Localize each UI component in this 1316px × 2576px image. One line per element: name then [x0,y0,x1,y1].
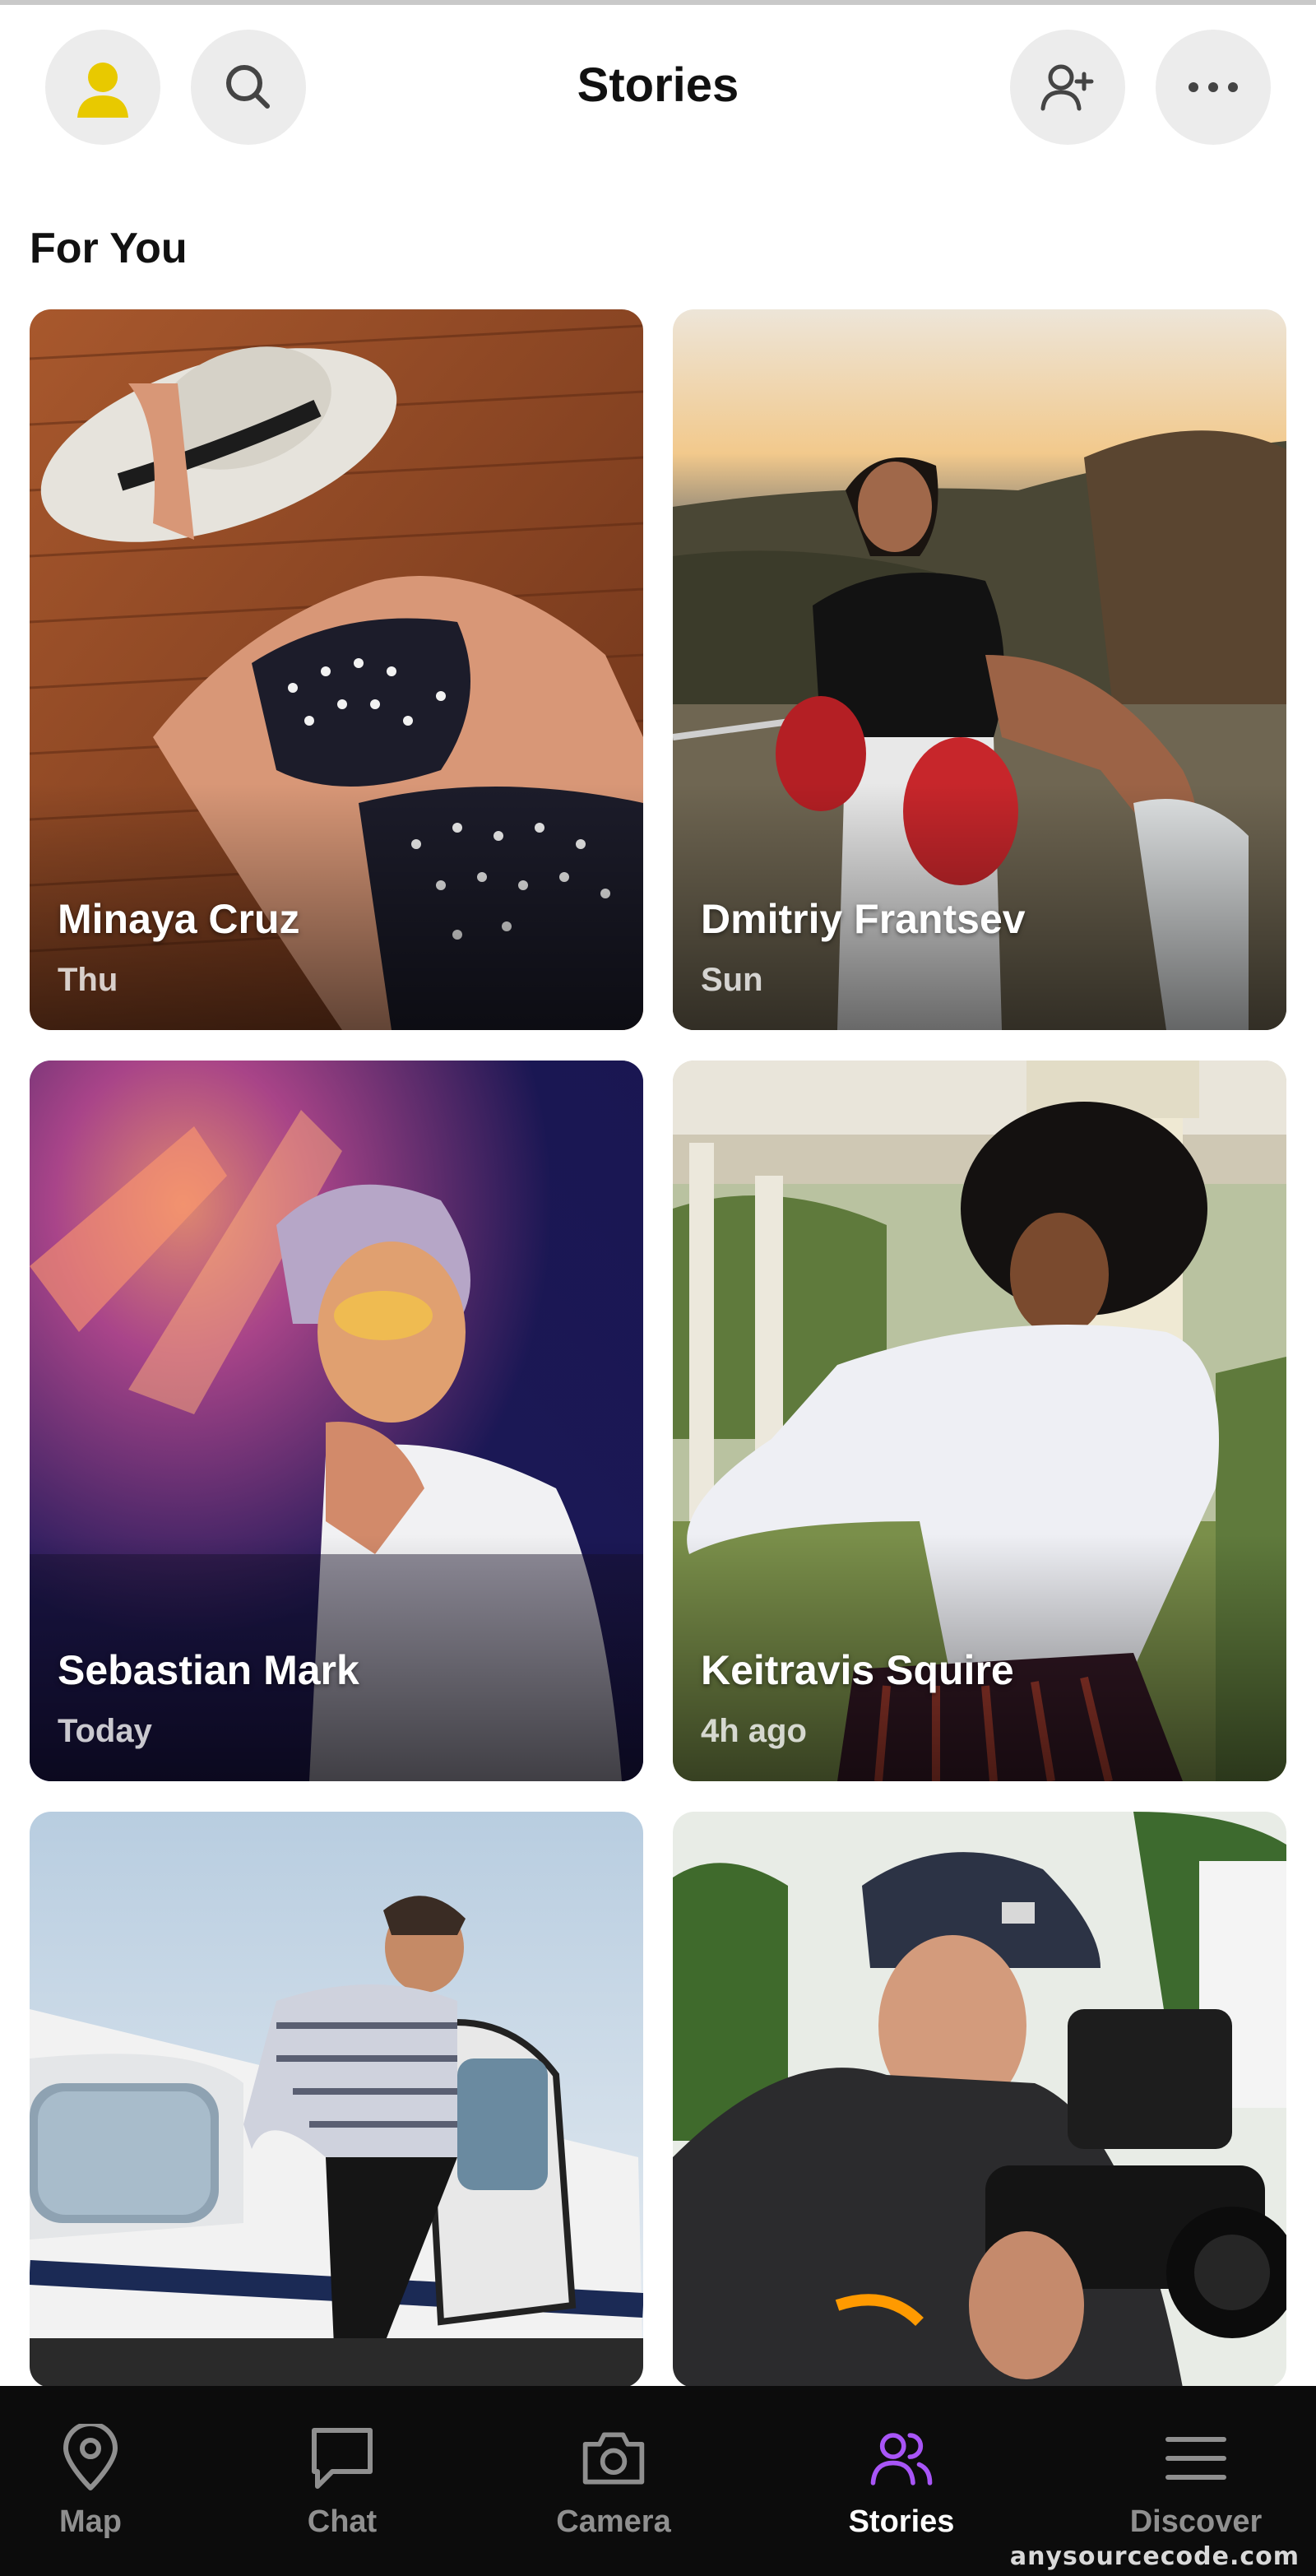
story-name: Minaya Cruz [58,896,300,942]
story-card[interactable]: Keitravis Squire 4h ago [673,1061,1286,1781]
tab-map[interactable]: Map [0,2386,214,2576]
story-name: Dmitriy Frantsev [701,896,1026,942]
chat-icon [312,2428,373,2489]
story-name: Sebastian Mark [58,1647,359,1693]
camera-icon [582,2432,645,2485]
tab-chat[interactable]: Chat [219,2386,466,2576]
story-card[interactable]: Dmitriy Frantsev Sun [673,309,1286,1030]
story-name: Keitravis Squire [701,1647,1014,1693]
bottom-tab-bar: Map Chat Camera Stories Discover anysour… [0,2386,1316,2576]
tab-label: Discover [1129,2504,1263,2539]
story-card[interactable]: Sebastian Mark Today [30,1061,643,1781]
story-card[interactable] [673,1812,1286,2388]
story-time: Today [58,1713,152,1749]
watermark: anysourcecode.com [1009,2542,1300,2571]
story-time: Thu [58,962,118,998]
tab-stories[interactable]: Stories [778,2386,1025,2576]
story-time: Sun [701,962,763,998]
tab-label: Camera [556,2504,671,2539]
story-photo [673,1812,1286,2388]
story-time: 4h ago [701,1713,807,1749]
tab-label: Stories [848,2504,955,2539]
stories-grid: Minaya Cruz Thu Dmitriy Frantsev Sun Seb… [0,0,1316,2576]
stories-icon [870,2433,933,2485]
tab-label: Map [59,2504,122,2539]
menu-icon [1165,2437,1226,2480]
story-card[interactable]: Minaya Cruz Thu [30,309,643,1030]
map-pin-icon [63,2424,118,2490]
story-photo [30,1812,643,2388]
tab-camera[interactable]: Camera [490,2386,737,2576]
tab-label: Chat [307,2504,378,2539]
story-card[interactable] [30,1812,643,2388]
